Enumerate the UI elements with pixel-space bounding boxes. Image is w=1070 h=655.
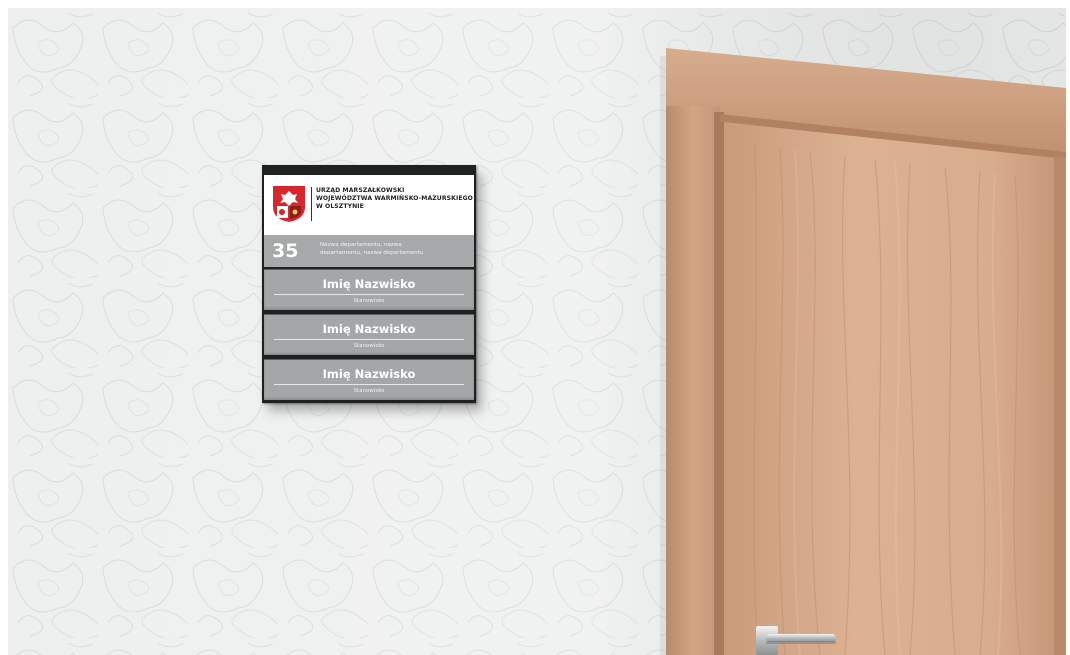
room-row: 35 Nazwa departamentu, nazwa departament… xyxy=(264,235,474,267)
person-role: Stanowisko xyxy=(353,388,385,394)
department-line: Nazwa departamentu, nazwa xyxy=(320,242,402,248)
room-number: 35 xyxy=(272,240,299,262)
door-frame-left xyxy=(666,106,720,655)
person-name: Imię Nazwisko xyxy=(322,322,416,336)
person-name: Imię Nazwisko xyxy=(322,277,416,291)
panel-divider xyxy=(274,339,464,340)
department-line: departamentu, nazwa departamentu xyxy=(320,249,424,256)
sign-header: URZĄD MARSZAŁKOWSKI WOJEWÓDZTWA WARMIŃSK… xyxy=(264,175,474,235)
institution-line: URZĄD MARSZAŁKOWSKI xyxy=(316,187,405,194)
panel-divider xyxy=(274,294,464,295)
door-illustration xyxy=(660,48,1066,655)
door-leaf xyxy=(724,122,1056,655)
door-sign: URZĄD MARSZAŁKOWSKI WOJEWÓDZTWA WARMIŃSK… xyxy=(262,165,476,403)
institution-line: WOJEWÓDZTWA WARMIŃSKO-MAZURSKIEGO xyxy=(316,195,473,202)
institution-line: W OLSZTYNIE xyxy=(316,203,364,210)
coat-of-arms-icon xyxy=(272,185,306,223)
institution-name: URZĄD MARSZAŁKOWSKI WOJEWÓDZTWA WARMIŃSK… xyxy=(316,187,474,211)
person-name: Imię Nazwisko xyxy=(322,367,416,381)
name-panel: Imię Nazwisko Stanowisko xyxy=(264,269,474,310)
scene: URZĄD MARSZAŁKOWSKI WOJEWÓDZTWA WARMIŃSK… xyxy=(8,8,1066,655)
person-role: Stanowisko xyxy=(353,298,385,304)
header-divider xyxy=(311,187,312,221)
panel-divider xyxy=(274,384,464,385)
department-name: Nazwa departamentu, nazwa departamentu, … xyxy=(320,242,470,257)
name-panel: Imię Nazwisko Stanowisko xyxy=(264,359,474,400)
name-panel: Imię Nazwisko Stanowisko xyxy=(264,314,474,355)
person-role: Stanowisko xyxy=(353,343,385,349)
door-area xyxy=(660,48,1066,655)
